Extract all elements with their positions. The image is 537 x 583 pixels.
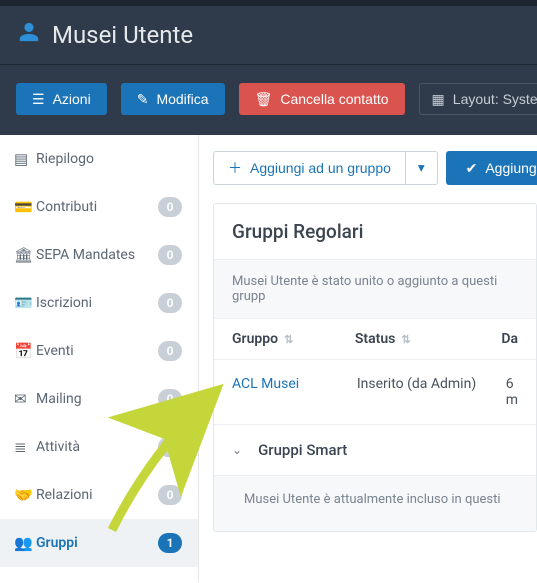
column-header-group[interactable]: Gruppo ⇅ bbox=[232, 331, 355, 347]
content: ＋ Aggiungi ad un gruppo ▾ ✔ Aggiungi Gru… bbox=[199, 135, 537, 582]
column-header-status[interactable]: Status ⇅ bbox=[355, 331, 502, 347]
sidebar-item-eventi[interactable]: 📅 Eventi 0 bbox=[0, 327, 198, 375]
menu-icon: ☰ bbox=[32, 92, 45, 106]
smart-groups-subtext: Musei Utente è attualmente incluso in qu… bbox=[214, 475, 536, 531]
count-badge: 0 bbox=[158, 293, 182, 313]
label: Da bbox=[501, 331, 518, 347]
table-header: Gruppo ⇅ Status ⇅ Da bbox=[214, 318, 536, 359]
add-to-group-dropdown[interactable]: ▾ bbox=[406, 151, 438, 185]
page-title: Musei Utente bbox=[52, 21, 193, 49]
chevron-down-icon: ⌄ bbox=[232, 443, 242, 457]
group-icon: 👥 bbox=[14, 534, 36, 552]
sidebar-item-label: Contributi bbox=[36, 199, 158, 215]
label: Modifica bbox=[156, 91, 208, 107]
count-badge: 0 bbox=[158, 485, 182, 505]
mail-icon: ✉ bbox=[14, 390, 36, 408]
count-badge: 0 bbox=[158, 389, 182, 409]
sidebar-item-attivita[interactable]: ≣ Attività 0 bbox=[0, 423, 198, 471]
label: Aggiungi ad un gruppo bbox=[250, 160, 391, 176]
sidebar-item-sepa[interactable]: 🏛 SEPA Mandates 0 bbox=[0, 231, 198, 279]
sidebar-item-label: Eventi bbox=[36, 343, 158, 359]
sidebar-item-riepilogo[interactable]: ▤ Riepilogo bbox=[0, 135, 198, 183]
panel-subtext: Musei Utente è stato unito o aggiunto a … bbox=[214, 259, 536, 318]
user-icon bbox=[18, 21, 40, 49]
sidebar-item-contributi[interactable]: 💳 Contributi 0 bbox=[0, 183, 198, 231]
count-badge: 1 bbox=[158, 533, 182, 553]
label: Status bbox=[355, 331, 395, 347]
pencil-icon: ✎ bbox=[137, 92, 149, 106]
count-badge: 0 bbox=[158, 341, 182, 361]
date-text: 6 m bbox=[506, 376, 518, 408]
column-header-date[interactable]: Da bbox=[501, 331, 518, 347]
content-action-row: ＋ Aggiungi ad un gruppo ▾ ✔ Aggiungi bbox=[213, 151, 537, 185]
sidebar-item-iscrizioni[interactable]: 🪪 Iscrizioni 0 bbox=[0, 279, 198, 327]
plus-icon: ＋ bbox=[228, 161, 242, 175]
count-badge: 0 bbox=[158, 245, 182, 265]
card-icon: 💳 bbox=[14, 198, 36, 216]
summary-icon: ▤ bbox=[14, 150, 36, 168]
grid-icon: ▦ bbox=[432, 92, 445, 106]
sidebar-item-mailing[interactable]: ✉ Mailing 0 bbox=[0, 375, 198, 423]
status-text: Inserito (da Admin) bbox=[357, 376, 476, 392]
label: Cancella contatto bbox=[280, 91, 388, 107]
caret-down-icon: ▾ bbox=[418, 160, 425, 175]
delete-contact-button[interactable]: 🗑 Cancella contatto bbox=[239, 83, 405, 115]
check-icon: ✔ bbox=[466, 161, 478, 175]
handshake-icon: 🤝 bbox=[14, 486, 36, 504]
sort-icon: ⇅ bbox=[401, 333, 410, 346]
count-badge: 0 bbox=[158, 437, 182, 457]
label: Gruppo bbox=[232, 331, 278, 347]
sidebar-item-gruppi[interactable]: 👥 Gruppi 1 bbox=[0, 519, 198, 567]
sidebar: ▤ Riepilogo 💳 Contributi 0 🏛 SEPA Mandat… bbox=[0, 135, 199, 582]
table-row: ACL Musei Inserito (da Admin) 6 m bbox=[214, 359, 536, 424]
add-button[interactable]: ✔ Aggiungi bbox=[446, 151, 537, 185]
count-badge: 0 bbox=[158, 197, 182, 217]
add-to-group-button[interactable]: ＋ Aggiungi ad un gruppo bbox=[213, 151, 406, 185]
add-to-group-split-button: ＋ Aggiungi ad un gruppo ▾ bbox=[213, 151, 438, 185]
panel-title: Gruppi Smart bbox=[258, 441, 347, 459]
sidebar-item-label: Relazioni bbox=[36, 487, 158, 503]
sidebar-item-label: Attività bbox=[36, 439, 158, 455]
bank-icon: 🏛 bbox=[14, 246, 36, 264]
layout-dropdown[interactable]: ▦ Layout: System Defa bbox=[419, 83, 537, 115]
sidebar-item-label: Mailing bbox=[36, 391, 158, 407]
idcard-icon: 🪪 bbox=[14, 294, 36, 312]
trash-icon: 🗑 bbox=[255, 92, 273, 106]
panel-title: Gruppi Regolari bbox=[214, 204, 536, 259]
actions-button[interactable]: ☰ Azioni bbox=[16, 83, 107, 115]
list-icon: ≣ bbox=[14, 438, 36, 456]
toolbar: ☰ Azioni ✎ Modifica 🗑 Cancella contatto … bbox=[0, 65, 537, 135]
edit-button[interactable]: ✎ Modifica bbox=[121, 83, 225, 115]
group-link[interactable]: ACL Musei bbox=[232, 376, 299, 392]
top-header: Musei Utente bbox=[0, 0, 537, 64]
calendar-icon: 📅 bbox=[14, 342, 36, 360]
smart-groups-header[interactable]: ⌄ Gruppi Smart bbox=[214, 424, 536, 475]
sidebar-item-label: Riepilogo bbox=[36, 151, 182, 167]
sidebar-item-label: Gruppi bbox=[36, 535, 158, 551]
label: Layout: System Defa bbox=[453, 91, 537, 107]
label: Azioni bbox=[53, 91, 91, 107]
sort-icon: ⇅ bbox=[284, 333, 293, 346]
sidebar-item-relazioni[interactable]: 🤝 Relazioni 0 bbox=[0, 471, 198, 519]
sidebar-item-label: Iscrizioni bbox=[36, 295, 158, 311]
regular-groups-panel: Gruppi Regolari Musei Utente è stato uni… bbox=[213, 203, 537, 532]
sidebar-item-label: SEPA Mandates bbox=[36, 247, 158, 263]
label: Aggiungi bbox=[485, 160, 537, 176]
